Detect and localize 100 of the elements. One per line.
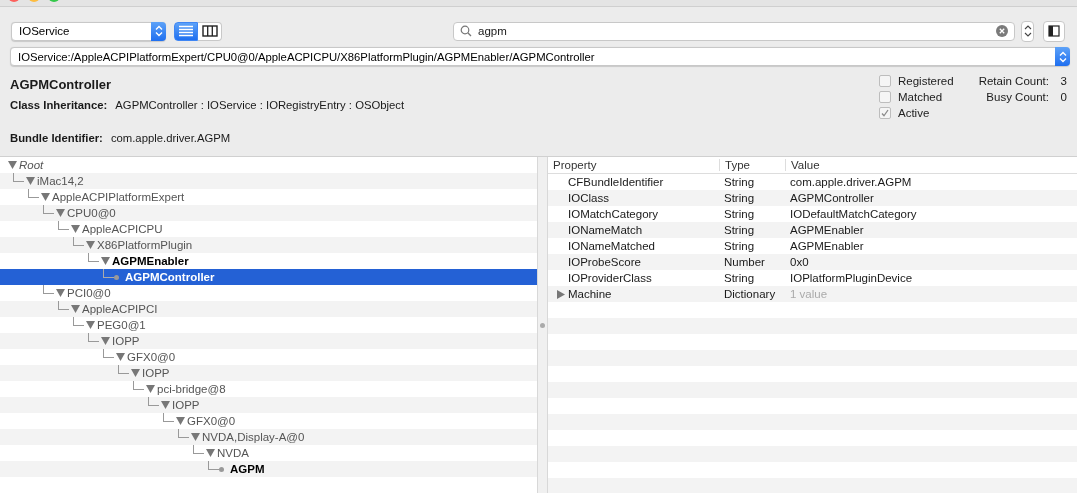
- tree-row[interactable]: IOPP: [0, 333, 537, 349]
- node-name: PCI0@0: [67, 287, 111, 299]
- checkbox[interactable]: [879, 75, 891, 87]
- connector-line: [58, 300, 69, 310]
- property-name: IOClass: [568, 192, 609, 204]
- property-value: IODefaultMatchCategory: [789, 208, 918, 220]
- connector-line: [28, 188, 39, 198]
- tree-row[interactable]: AGPM: [0, 461, 537, 477]
- node-name: AGPMController: [125, 271, 215, 283]
- property-type: Number: [723, 256, 766, 268]
- node-name: IOPP: [172, 399, 200, 411]
- connector-line: [148, 396, 159, 406]
- connector-line: [73, 316, 84, 326]
- node-name: AppleACPIPlatformExpert: [52, 191, 185, 203]
- path-popup[interactable]: IOService:/AppleACPIPlatformExpert/CPU0@0/AppleACPICPU/X86PlatformPlugin/AGPMEnabler/AGPMController: [10, 47, 1070, 66]
- connector-line: [193, 444, 204, 454]
- connector-line: [43, 204, 54, 214]
- property-value: AGPMEnabler: [789, 240, 865, 252]
- inspector-toggle-button[interactable]: [1043, 20, 1065, 42]
- property-type: String: [723, 192, 756, 204]
- node-name: GFX0@0: [127, 351, 176, 363]
- checkbox-label: Matched: [898, 91, 943, 103]
- node-name: AGPM: [230, 463, 265, 475]
- field-label: Class Inheritance:: [10, 99, 108, 111]
- split-handle[interactable]: [537, 157, 548, 493]
- property-type: String: [723, 272, 756, 284]
- connector-line: [88, 252, 99, 262]
- node-name: Root: [19, 159, 44, 171]
- column-header[interactable]: Value: [786, 159, 1077, 171]
- connector-line: [163, 412, 174, 422]
- tree-row[interactable]: IOPP: [0, 397, 537, 413]
- count-value: 3: [1059, 75, 1067, 87]
- count-label: Busy Count:: [986, 91, 1049, 103]
- connector-line: [58, 220, 69, 230]
- node-name: GFX0@0: [187, 415, 236, 427]
- node-name: pci-bridge@8: [157, 383, 226, 395]
- tree-row[interactable]: X86PlatformPlugin: [0, 237, 537, 253]
- tree-row[interactable]: AppleACPIPCI: [0, 301, 537, 317]
- count-label: Retain Count:: [978, 75, 1049, 87]
- property-name: IONameMatch: [568, 224, 643, 236]
- property-name: IONameMatched: [568, 240, 655, 252]
- property-type: String: [723, 176, 756, 188]
- node-name: X86PlatformPlugin: [97, 239, 193, 251]
- property-name: IOProviderClass: [568, 272, 652, 284]
- popup-arrows-icon: [1055, 47, 1070, 66]
- node-name: PEG0@1: [97, 319, 146, 331]
- tree-row[interactable]: NVDA,Display-A@0: [0, 429, 537, 445]
- tree-row[interactable]: CPU0@0: [0, 205, 537, 221]
- connector-line: [103, 268, 114, 278]
- property-name: Machine: [568, 288, 612, 300]
- node-name: NVDA,Display-A@0: [202, 431, 305, 443]
- search-stepper[interactable]: [1021, 20, 1034, 42]
- node-name: iMac14,2: [37, 175, 84, 187]
- clear-icon[interactable]: [996, 25, 1008, 37]
- connector-line: [88, 332, 99, 342]
- plane-popup[interactable]: IOService: [11, 21, 166, 41]
- checkbox-label: Registered: [898, 75, 954, 87]
- property-value: 1 value: [789, 288, 829, 300]
- property-value: AGPMEnabler: [789, 224, 865, 236]
- node-name: CPU0@0: [67, 207, 116, 219]
- checkbox-label: Active: [898, 107, 930, 119]
- node-name: AppleACPICPU: [82, 223, 163, 235]
- node-name: AppleACPIPCI: [82, 303, 158, 315]
- search-field[interactable]: agpm: [453, 21, 1015, 41]
- connector-line: [103, 348, 114, 358]
- property-value: 0x0: [789, 256, 810, 268]
- property-type: String: [723, 224, 756, 236]
- property-name: CFBundleIdentifier: [568, 176, 664, 188]
- column-header[interactable]: Property: [548, 159, 720, 171]
- column-view-button[interactable]: [198, 21, 222, 41]
- disclosure-triangle-icon[interactable]: [557, 289, 565, 299]
- leaf-dot-icon: [114, 274, 119, 280]
- column-header[interactable]: Type: [720, 159, 786, 171]
- property-value: AGPMController: [789, 192, 875, 204]
- node-name: NVDA: [217, 447, 249, 459]
- connector-line: [178, 428, 189, 438]
- connector-line: [118, 364, 129, 374]
- sidebar-icon: [1048, 25, 1060, 37]
- property-value: com.apple.driver.AGPM: [789, 176, 913, 188]
- connector-line: [133, 380, 144, 390]
- checkbox[interactable]: [879, 91, 891, 103]
- list-view-button[interactable]: [174, 21, 198, 41]
- field-value: AGPMController : IOService : IORegistryEntry : OSObject: [115, 99, 405, 111]
- tree-row[interactable]: AGPMController: [0, 269, 537, 285]
- leaf-dot-icon: [219, 466, 224, 472]
- node-name: AGPMEnabler: [112, 255, 189, 267]
- node-name: IOPP: [112, 335, 140, 347]
- connector-line: [13, 172, 24, 182]
- property-type: String: [723, 240, 756, 252]
- tree-row[interactable]: IOPP: [0, 365, 537, 381]
- connector-line: [73, 236, 84, 246]
- checkbox[interactable]: [879, 107, 891, 119]
- property-type: Dictionary: [723, 288, 777, 300]
- field-label: Bundle Identifier:: [10, 132, 103, 144]
- tree-row[interactable]: iMac14,2: [0, 173, 537, 189]
- property-value: IOPlatformPluginDevice: [789, 272, 914, 284]
- node-name: IOPP: [142, 367, 170, 379]
- popup-arrows-icon: [151, 21, 166, 41]
- connector-line: [208, 460, 219, 470]
- property-name: IOProbeScore: [568, 256, 641, 268]
